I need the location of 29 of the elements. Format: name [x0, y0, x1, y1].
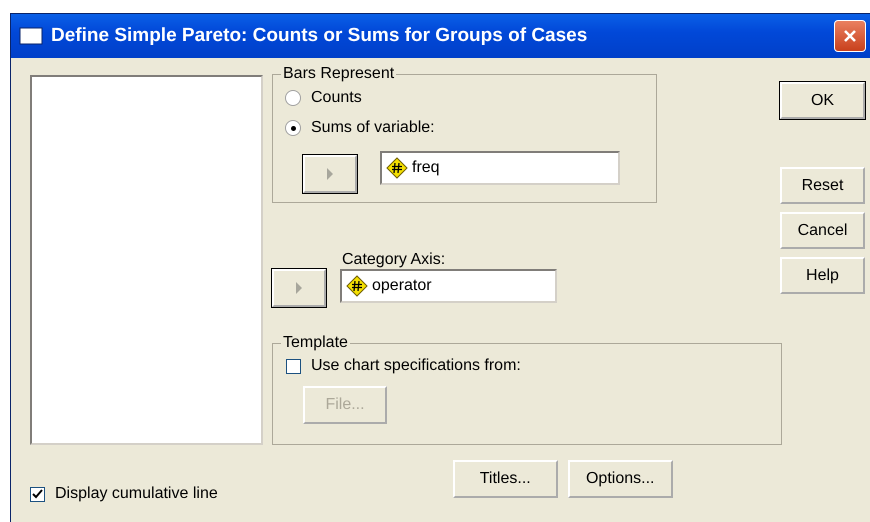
group-legend: Template: [281, 334, 350, 352]
checkbox[interactable]: [286, 358, 301, 374]
window-icon: [19, 26, 43, 46]
window-title: Define Simple Pareto: Counts or Sums for Groups of Cases: [51, 25, 588, 47]
radio-button[interactable]: [285, 120, 301, 136]
dialog-button[interactable]: Titles...: [452, 460, 558, 498]
category-axis-label: Category Axis:: [342, 251, 446, 269]
dialog-button[interactable]: OK: [780, 82, 865, 119]
checkbox-label: Display cumulative line: [55, 485, 218, 503]
close-button[interactable]: [834, 20, 866, 52]
variable-name: operator: [372, 277, 432, 295]
variable-field[interactable]: freq: [380, 151, 620, 185]
radio-button[interactable]: [285, 90, 301, 106]
group-legend: Bars Represent: [281, 65, 396, 83]
variable-name: freq: [412, 159, 440, 177]
dialog-button[interactable]: Cancel: [780, 212, 865, 249]
checkbox-label: Use chart specifications from:: [311, 357, 521, 375]
checkbox[interactable]: [30, 486, 45, 502]
right-arrow-icon: [295, 282, 303, 294]
close-icon: [842, 28, 858, 44]
radio-label: Counts: [311, 89, 362, 107]
category-axis-field[interactable]: operator: [340, 269, 557, 303]
dialog-button[interactable]: Help: [780, 257, 865, 294]
dialog-button[interactable]: Reset: [780, 167, 865, 204]
scale-variable-icon: [346, 275, 368, 297]
dialog-button[interactable]: Options...: [568, 460, 673, 498]
right-arrow-icon: [326, 168, 334, 180]
scale-variable-icon: [386, 157, 408, 179]
radio-label: Sums of variable:: [311, 119, 435, 137]
